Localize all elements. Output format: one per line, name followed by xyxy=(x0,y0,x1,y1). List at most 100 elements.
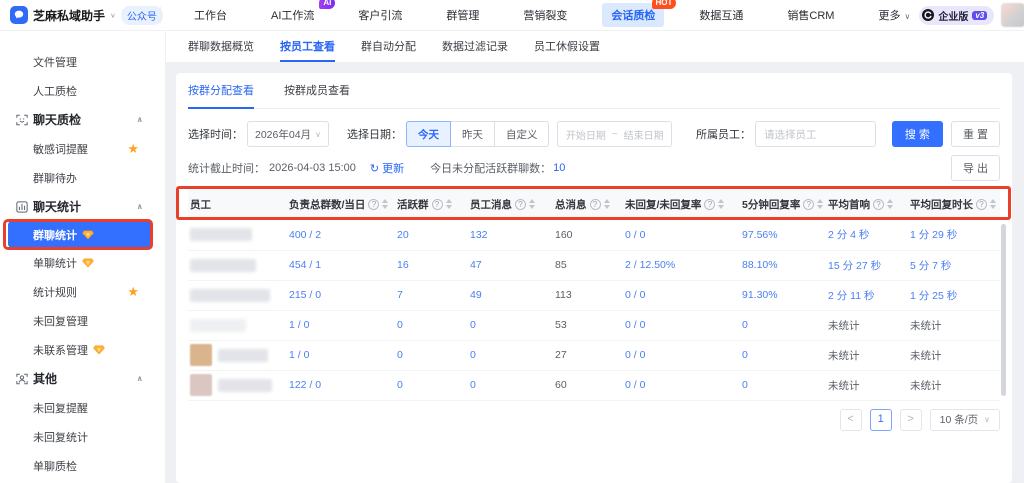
cell-value[interactable]: 0 / 0 xyxy=(625,379,645,391)
info-icon[interactable]: ? xyxy=(590,199,601,210)
cell-value[interactable]: 0 xyxy=(742,319,748,331)
sidebar-item-未回复提醒[interactable]: 未回复提醒 xyxy=(0,393,165,422)
cell-value[interactable]: 1 / 0 xyxy=(289,349,309,361)
brand-area[interactable]: 芝麻私域助手 ∨ 公众号 xyxy=(0,6,160,25)
sort-icon[interactable] xyxy=(529,199,535,209)
cell-value[interactable]: 49 xyxy=(470,289,482,301)
nav-item-工作台[interactable]: 工作台 xyxy=(185,3,236,27)
cell-value[interactable]: 2 分 4 秒 xyxy=(828,229,869,241)
cell-value[interactable]: 15 分 27 秒 xyxy=(828,260,881,272)
cell-value[interactable]: 7 xyxy=(397,289,403,301)
cell-value[interactable]: 16 xyxy=(397,259,409,271)
prev-page-button[interactable]: < xyxy=(840,409,862,431)
cell-value[interactable]: 215 / 0 xyxy=(289,289,321,301)
employee-select[interactable]: 请选择员工 xyxy=(755,121,876,147)
info-icon[interactable]: ? xyxy=(704,199,715,210)
nav-item-AI工作流[interactable]: AI工作流AI xyxy=(262,3,323,27)
search-button[interactable]: 搜 索 xyxy=(892,121,943,147)
column-header-负责总群数/当日[interactable]: 负责总群数/当日? xyxy=(287,188,395,220)
sidebar-item-统计规则[interactable]: 统计规则★ xyxy=(0,277,165,306)
sidebar-item-敏感词提醒[interactable]: 敏感词提醒★ xyxy=(0,134,165,163)
sort-icon[interactable] xyxy=(718,199,724,209)
subtab-按群分配查看[interactable]: 按群分配查看 xyxy=(188,73,254,109)
column-header-平均回复时长[interactable]: 平均回复时长? xyxy=(908,188,1000,220)
date-range-input[interactable]: 开始日期 ~ 结束日期 xyxy=(557,121,672,147)
cell-value[interactable]: 1 / 0 xyxy=(289,319,309,331)
nav-item-客户引流[interactable]: 客户引流 xyxy=(349,3,411,27)
sidebar-item-单聊质检[interactable]: 单聊质检 xyxy=(0,451,165,480)
sidebar-item-未联系管理[interactable]: 未联系管理 xyxy=(0,335,165,364)
sidebar-item-未回复统计[interactable]: 未回复统计 xyxy=(0,422,165,451)
nav-item-会话质检[interactable]: 会话质检HOT xyxy=(602,3,664,27)
nav-item-群管理[interactable]: 群管理 xyxy=(437,3,488,27)
cell-value[interactable]: 0 xyxy=(397,349,403,361)
sidebar-section-聊天质检[interactable]: 聊天质检∧ xyxy=(0,105,165,134)
info-icon[interactable]: ? xyxy=(368,199,379,210)
sidebar-item-文件管理[interactable]: 文件管理 xyxy=(0,47,165,76)
next-page-button[interactable]: > xyxy=(900,409,922,431)
sort-icon[interactable] xyxy=(446,199,452,209)
date-option-昨天[interactable]: 昨天 xyxy=(450,121,495,147)
table-scrollbar[interactable] xyxy=(1001,224,1006,396)
cell-value[interactable]: 122 / 0 xyxy=(289,379,321,391)
cell-value[interactable]: 0 xyxy=(742,379,748,391)
cell-value[interactable]: 1 分 29 秒 xyxy=(910,229,957,241)
sidebar-item-单聊统计[interactable]: 单聊统计 xyxy=(0,248,165,277)
cell-value[interactable]: 132 xyxy=(470,229,488,241)
tab-员工休假设置[interactable]: 员工休假设置 xyxy=(534,31,600,62)
chevron-up-icon[interactable]: ∧ xyxy=(137,115,144,124)
cell-value[interactable]: 0 xyxy=(742,349,748,361)
cell-value[interactable]: 97.56% xyxy=(742,229,778,241)
cell-value[interactable]: 91.30% xyxy=(742,289,778,301)
current-page-button[interactable]: 1 xyxy=(870,409,892,431)
sidebar-item-未回复管理[interactable]: 未回复管理 xyxy=(0,306,165,335)
column-header-平均首响[interactable]: 平均首响? xyxy=(826,188,908,220)
reset-button[interactable]: 重 置 xyxy=(951,121,1000,147)
sort-icon[interactable] xyxy=(604,199,610,209)
sort-icon[interactable] xyxy=(887,199,893,209)
cell-value[interactable]: 1 分 25 秒 xyxy=(910,290,957,302)
column-header-5分钟回复率[interactable]: 5分钟回复率? xyxy=(740,188,826,220)
nav-item-更多[interactable]: 更多∨ xyxy=(869,3,919,27)
sidebar-section-其他[interactable]: 其他∧ xyxy=(0,364,165,393)
month-select[interactable]: 2026年04月 ∨ xyxy=(247,121,329,147)
account-type-badge[interactable]: 公众号 xyxy=(121,6,163,25)
cell-value[interactable]: 2 / 12.50% xyxy=(625,259,675,271)
subtab-按群成员查看[interactable]: 按群成员查看 xyxy=(284,73,350,109)
cell-value[interactable]: 0 xyxy=(470,349,476,361)
sort-icon[interactable] xyxy=(382,199,388,209)
avatar[interactable] xyxy=(1001,3,1024,27)
info-icon[interactable]: ? xyxy=(976,199,987,210)
nav-item-数据互通[interactable]: 数据互通 xyxy=(690,3,752,27)
nav-item-营销裂变[interactable]: 营销裂变 xyxy=(514,3,576,27)
cell-value[interactable]: 0 / 0 xyxy=(625,349,645,361)
tab-群自动分配[interactable]: 群自动分配 xyxy=(361,31,416,62)
info-icon[interactable]: ? xyxy=(515,199,526,210)
cell-value[interactable]: 0 / 0 xyxy=(625,319,645,331)
cell-value[interactable]: 0 xyxy=(470,379,476,391)
page-size-select[interactable]: 10 条/页 ∨ xyxy=(930,409,1000,431)
unassigned-value[interactable]: 10 xyxy=(553,162,565,174)
cell-value[interactable]: 0 xyxy=(397,379,403,391)
date-option-自定义[interactable]: 自定义 xyxy=(494,121,550,147)
cell-value[interactable]: 2 分 11 秒 xyxy=(828,290,875,302)
cell-value[interactable]: 0 xyxy=(397,319,403,331)
cell-value[interactable]: 20 xyxy=(397,229,409,241)
column-header-总消息[interactable]: 总消息? xyxy=(553,188,623,220)
cell-value[interactable]: 0 xyxy=(470,319,476,331)
sidebar-item-群聊统计[interactable]: 群聊统计 xyxy=(8,221,151,248)
column-header-未回复/未回复率[interactable]: 未回复/未回复率? xyxy=(623,188,740,220)
cell-value[interactable]: 88.10% xyxy=(742,259,778,271)
tab-群聊数据概览[interactable]: 群聊数据概览 xyxy=(188,31,254,62)
column-header-活跃群[interactable]: 活跃群? xyxy=(395,188,468,220)
cell-value[interactable]: 0 / 0 xyxy=(625,289,645,301)
cell-value[interactable]: 5 分 7 秒 xyxy=(910,260,951,272)
chevron-down-icon[interactable]: ∨ xyxy=(110,11,116,18)
tab-数据过滤记录[interactable]: 数据过滤记录 xyxy=(442,31,508,62)
sort-icon[interactable] xyxy=(817,199,823,209)
tab-按员工查看[interactable]: 按员工查看 xyxy=(280,31,335,62)
chevron-up-icon[interactable]: ∧ xyxy=(137,374,144,383)
chevron-up-icon[interactable]: ∧ xyxy=(137,202,144,211)
sidebar-section-聊天统计[interactable]: 聊天统计∧ xyxy=(0,192,165,221)
cell-value[interactable]: 400 / 2 xyxy=(289,229,321,241)
